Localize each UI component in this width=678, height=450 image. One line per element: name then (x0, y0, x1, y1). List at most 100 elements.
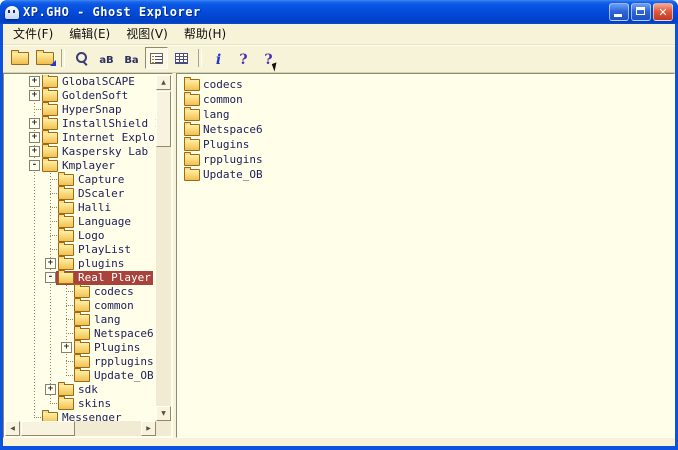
sort-by-type-button[interactable] (120, 47, 143, 69)
tree-node[interactable]: PlayList (56, 243, 133, 257)
help-button[interactable] (232, 47, 255, 69)
tree-node[interactable]: Language (56, 215, 133, 229)
list-item[interactable]: codecs (177, 77, 674, 92)
open-image-button[interactable] (8, 47, 31, 69)
expand-icon[interactable]: + (45, 258, 56, 269)
restore-button[interactable] (33, 47, 56, 69)
tree-item[interactable]: rpplugins (5, 355, 156, 369)
tree-item[interactable]: codecs (5, 285, 156, 299)
tree-node[interactable]: DScaler (56, 187, 126, 201)
tree-item[interactable]: +plugins (5, 257, 156, 271)
tree-node[interactable]: codecs (72, 285, 136, 299)
find-button[interactable] (70, 47, 93, 69)
tree-node[interactable]: HyperSnap (40, 103, 124, 117)
expand-icon[interactable]: + (29, 90, 40, 101)
tree-node-selected[interactable]: Real Player (56, 271, 153, 285)
expand-icon[interactable]: + (29, 146, 40, 157)
tree-item[interactable]: skins (5, 397, 156, 411)
menu-item-3[interactable]: 帮助(H) (176, 25, 234, 43)
tree-node[interactable]: common (72, 299, 136, 313)
menu-item-1[interactable]: 编辑(E) (61, 25, 118, 43)
tree-node[interactable]: Update_OB (72, 369, 156, 383)
tree-item[interactable]: PlayList (5, 243, 156, 257)
expand-icon[interactable]: + (29, 132, 40, 143)
tree-node[interactable]: GoldenSoft (40, 89, 130, 103)
collapse-icon[interactable]: - (45, 272, 56, 283)
list-item[interactable]: Plugins (177, 137, 674, 152)
list-item[interactable]: Netspace6 (177, 122, 674, 137)
tree-node[interactable]: Messenger (40, 411, 124, 421)
tree-item[interactable]: Netspace6 (5, 327, 156, 341)
list-item[interactable]: lang (177, 107, 674, 122)
tree-item[interactable]: +GoldenSoft (5, 89, 156, 103)
tree-node[interactable]: lang (72, 313, 123, 327)
tree-item[interactable]: +Internet Explor (5, 131, 156, 145)
tree-node[interactable]: plugins (56, 257, 126, 271)
folder-icon (58, 384, 74, 396)
client-area: 文件(F)编辑(E)视图(V)帮助(H) +GlobalSCAPE+Golden… (3, 24, 675, 446)
horizontal-scroll-thumb[interactable] (21, 421, 75, 436)
tree-item[interactable]: +Plugins (5, 341, 156, 355)
tree-node[interactable]: rpplugins (72, 355, 156, 369)
tree-item[interactable]: +Kaspersky Lab (5, 145, 156, 159)
tree-node[interactable]: Internet Explor (40, 131, 156, 145)
tree-node[interactable]: Kmplayer (40, 159, 117, 173)
tree-vertical-scrollbar[interactable] (156, 75, 171, 421)
tree-node[interactable]: GlobalSCAPE (40, 75, 137, 89)
expand-icon[interactable]: + (29, 118, 40, 129)
tree-item[interactable]: -Kmplayer (5, 159, 156, 173)
menu-item-0[interactable]: 文件(F) (5, 25, 61, 43)
tree-item[interactable]: -Real Player (5, 271, 156, 285)
close-button[interactable] (653, 3, 673, 21)
tree-node[interactable]: Halli (56, 201, 113, 215)
context-help-button[interactable] (257, 47, 280, 69)
scroll-up-button[interactable] (156, 75, 171, 90)
sort-by-name-button[interactable] (95, 47, 118, 69)
minimize-button[interactable] (609, 3, 629, 21)
details-view-button[interactable] (145, 47, 168, 69)
scroll-left-button[interactable] (5, 421, 20, 436)
tree-item[interactable]: Update_OB (5, 369, 156, 383)
tree-item[interactable]: Capture (5, 173, 156, 187)
tree-item[interactable]: HyperSnap (5, 103, 156, 117)
tree-item[interactable]: DScaler (5, 187, 156, 201)
tree-node[interactable]: sdk (56, 383, 100, 397)
tree-item[interactable]: Halli (5, 201, 156, 215)
folder-icon (184, 154, 200, 166)
expand-icon[interactable]: + (45, 384, 56, 395)
tree-item[interactable]: +sdk (5, 383, 156, 397)
tree-connector (45, 201, 56, 215)
expand-icon[interactable]: + (29, 76, 40, 87)
tree-item[interactable]: +GlobalSCAPE (5, 75, 156, 89)
tree-item[interactable]: +InstallShield I (5, 117, 156, 131)
tree-node[interactable]: Plugins (72, 341, 142, 355)
titlebar[interactable]: XP.GHO - Ghost Explorer (0, 0, 678, 24)
tree-node[interactable]: Kaspersky Lab (40, 145, 150, 159)
folder-icon (58, 272, 74, 284)
tree-node[interactable]: Capture (56, 173, 126, 187)
list-item[interactable]: Update_OB (177, 167, 674, 182)
tree-item[interactable]: Messenger (5, 411, 156, 421)
menu-item-2[interactable]: 视图(V) (118, 25, 176, 43)
list-item[interactable]: common (177, 92, 674, 107)
tree-item[interactable]: Logo (5, 229, 156, 243)
properties-button[interactable] (207, 47, 230, 69)
list-item[interactable]: rpplugins (177, 152, 674, 167)
tree-node[interactable]: skins (56, 397, 113, 411)
collapse-icon[interactable]: - (29, 160, 40, 171)
tree-item[interactable]: Language (5, 215, 156, 229)
folder-icon (58, 188, 74, 200)
tree-node[interactable]: Netspace6 (72, 327, 156, 341)
tree-horizontal-scrollbar[interactable] (5, 421, 156, 436)
scroll-right-button[interactable] (141, 421, 156, 436)
expand-icon[interactable]: + (61, 342, 72, 353)
scroll-down-button[interactable] (156, 406, 171, 421)
vertical-scroll-thumb[interactable] (156, 91, 171, 147)
tree-node[interactable]: InstallShield I (40, 117, 156, 131)
tree-connector (45, 215, 56, 229)
maximize-button[interactable] (631, 3, 651, 21)
tree-node[interactable]: Logo (56, 229, 107, 243)
list-view-button[interactable] (170, 47, 193, 69)
tree-item[interactable]: lang (5, 313, 156, 327)
tree-item[interactable]: common (5, 299, 156, 313)
